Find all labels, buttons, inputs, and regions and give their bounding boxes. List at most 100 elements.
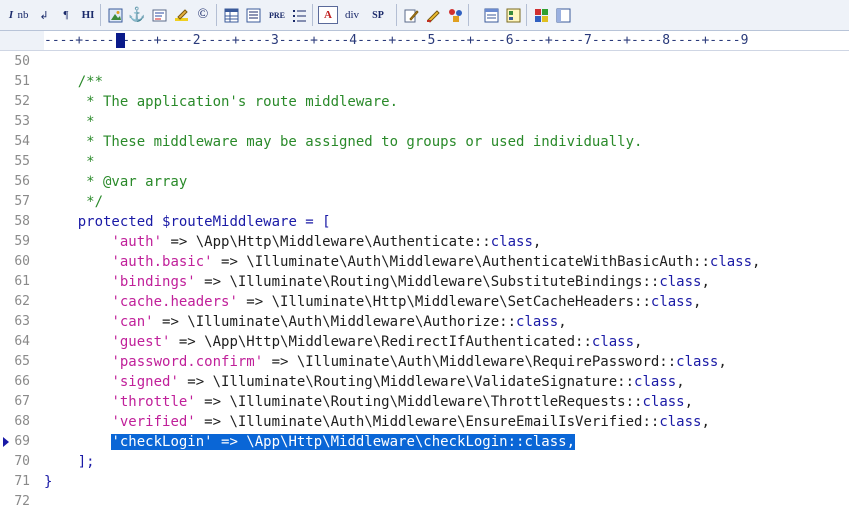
ordered-list-button[interactable] xyxy=(290,5,308,25)
code-line[interactable]: * xyxy=(44,112,94,132)
line-number: 61 xyxy=(14,274,30,289)
line-number: 53 xyxy=(14,114,30,129)
font-button[interactable]: A xyxy=(318,6,338,24)
code-token: => \Illuminate\Auth\Middleware\RequirePa… xyxy=(263,354,677,370)
anchor-button[interactable]: ⚓ xyxy=(128,5,146,25)
code-token: 'throttle' xyxy=(111,394,196,410)
edit-button[interactable] xyxy=(402,5,420,25)
code-token: * The application's route middleware. xyxy=(44,94,399,110)
code-line[interactable]: * These middleware may be assigned to gr… xyxy=(44,132,642,152)
line-break-icon: ↲ xyxy=(39,9,49,22)
code-token: 'password.confirm' xyxy=(111,354,264,370)
selected-text: 'checkLogin' => \App\Http\Middleware\che… xyxy=(111,434,576,450)
pre-button[interactable]: PRE xyxy=(266,5,288,25)
nonbreaking-button[interactable]: nb xyxy=(14,5,32,25)
code-token: => \App\Http\Middleware\Authenticate:: xyxy=(162,234,491,250)
code-line[interactable]: 'throttle' => \Illuminate\Routing\Middle… xyxy=(44,392,693,412)
list-button[interactable] xyxy=(244,5,262,25)
frame-icon xyxy=(484,8,498,22)
link-icon xyxy=(152,9,166,21)
line-number: 66 xyxy=(14,374,30,389)
toolbar-separator xyxy=(396,4,397,26)
ruler-cursor-marker xyxy=(116,33,125,48)
code-token: class xyxy=(659,274,702,290)
code-line[interactable]: protected $routeMiddleware = [ xyxy=(44,212,331,232)
line-break-button[interactable]: ↲ xyxy=(35,5,53,25)
code-token: => \Illuminate\Auth\Middleware\EnsureEma… xyxy=(195,414,660,430)
code-line[interactable]: */ xyxy=(44,192,103,212)
toolbar-separator xyxy=(526,4,527,26)
code-token: class xyxy=(659,414,702,430)
window-button[interactable] xyxy=(554,5,572,25)
column-ruler: ----+----1----+----2----+----3----+----4… xyxy=(0,31,849,51)
code-token: * @var array xyxy=(44,174,188,190)
div-button[interactable]: div xyxy=(340,5,364,25)
image-button[interactable] xyxy=(106,5,124,25)
code-line[interactable]: 'auth' => \App\Http\Middleware\Authentic… xyxy=(44,232,541,252)
code-token: => \Illuminate\Http\Middleware\SetCacheH… xyxy=(237,294,651,310)
ordered-list-icon xyxy=(292,9,306,22)
code-token: = [ xyxy=(296,214,331,230)
highlight-button[interactable] xyxy=(172,5,190,25)
toolbar-separator xyxy=(312,4,313,26)
link-button[interactable] xyxy=(150,5,168,25)
code-line[interactable]: * xyxy=(44,152,94,172)
code-line[interactable]: 'verified' => \Illuminate\Auth\Middlewar… xyxy=(44,412,709,432)
line-number: 60 xyxy=(14,254,30,269)
table-button[interactable] xyxy=(222,5,240,25)
code-token: 'bindings' xyxy=(111,274,196,290)
line-number: 51 xyxy=(14,74,30,89)
code-line[interactable]: 'auth.basic' => \Illuminate\Auth\Middlew… xyxy=(44,252,760,272)
code-line[interactable]: 'password.confirm' => \Illuminate\Auth\M… xyxy=(44,352,726,372)
line-number: 72 xyxy=(14,494,30,509)
line-number: 52 xyxy=(14,94,30,109)
code-line[interactable]: 'checkLogin' => \App\Http\Middleware\che… xyxy=(44,432,576,452)
code-token: class xyxy=(634,374,677,390)
copyright-icon: © xyxy=(197,7,209,22)
code-token: 'can' xyxy=(111,314,154,330)
code-line[interactable]: 'cache.headers' => \Illuminate\Http\Midd… xyxy=(44,292,701,312)
code-token: , xyxy=(532,234,542,250)
style-button[interactable] xyxy=(424,5,442,25)
code-line[interactable]: 'bindings' => \Illuminate\Routing\Middle… xyxy=(44,272,710,292)
code-editor[interactable]: 50 51 /** 52 * The application's route mid… xyxy=(0,51,849,526)
code-token: 'guest' xyxy=(111,334,171,350)
code-line[interactable]: 'can' => \Illuminate\Auth\Middleware\Aut… xyxy=(44,312,566,332)
code-token: , xyxy=(676,374,685,390)
code-token: => \App\Http\Middleware\RedirectIfAuthen… xyxy=(170,334,592,350)
line-number: 64 xyxy=(14,334,30,349)
code-token: class xyxy=(490,234,533,250)
code-line[interactable]: * The application's route middleware. xyxy=(44,92,398,112)
code-token: , xyxy=(701,274,710,290)
copyright-button[interactable]: © xyxy=(194,5,212,25)
tools-button[interactable] xyxy=(446,5,464,25)
heading-button[interactable]: HI xyxy=(79,5,97,25)
code-line[interactable]: } xyxy=(44,472,52,492)
code-token: $routeMiddleware xyxy=(162,214,297,230)
code-token: => \Illuminate\Auth\Middleware\Authentic… xyxy=(212,254,710,270)
toolbar: I nb ↲ ¶ HI ⚓ © PRE A div SP xyxy=(0,0,849,31)
code-line[interactable]: 'guest' => \App\Http\Middleware\Redirect… xyxy=(44,332,642,352)
code-line[interactable]: 'signed' => \Illuminate\Routing\Middlewa… xyxy=(44,372,685,392)
code-line[interactable]: /** xyxy=(44,72,103,92)
paragraph-button[interactable]: ¶ xyxy=(57,5,75,25)
heading-icon: HI xyxy=(81,9,95,21)
color-button[interactable] xyxy=(532,5,550,25)
frame-button[interactable] xyxy=(482,5,500,25)
code-token: 'signed' xyxy=(111,374,179,390)
ruler-scale: ----+----1----+----2----+----3----+----4… xyxy=(44,33,749,48)
code-line[interactable]: ]; xyxy=(44,452,95,472)
span-button[interactable]: SP xyxy=(367,5,389,25)
code-token: , xyxy=(634,334,643,350)
form-button[interactable] xyxy=(504,5,522,25)
code-token: 'auth' xyxy=(111,234,163,250)
line-number: 68 xyxy=(14,414,30,429)
code-line[interactable]: * @var array xyxy=(44,172,187,192)
code-token: , xyxy=(752,254,761,270)
